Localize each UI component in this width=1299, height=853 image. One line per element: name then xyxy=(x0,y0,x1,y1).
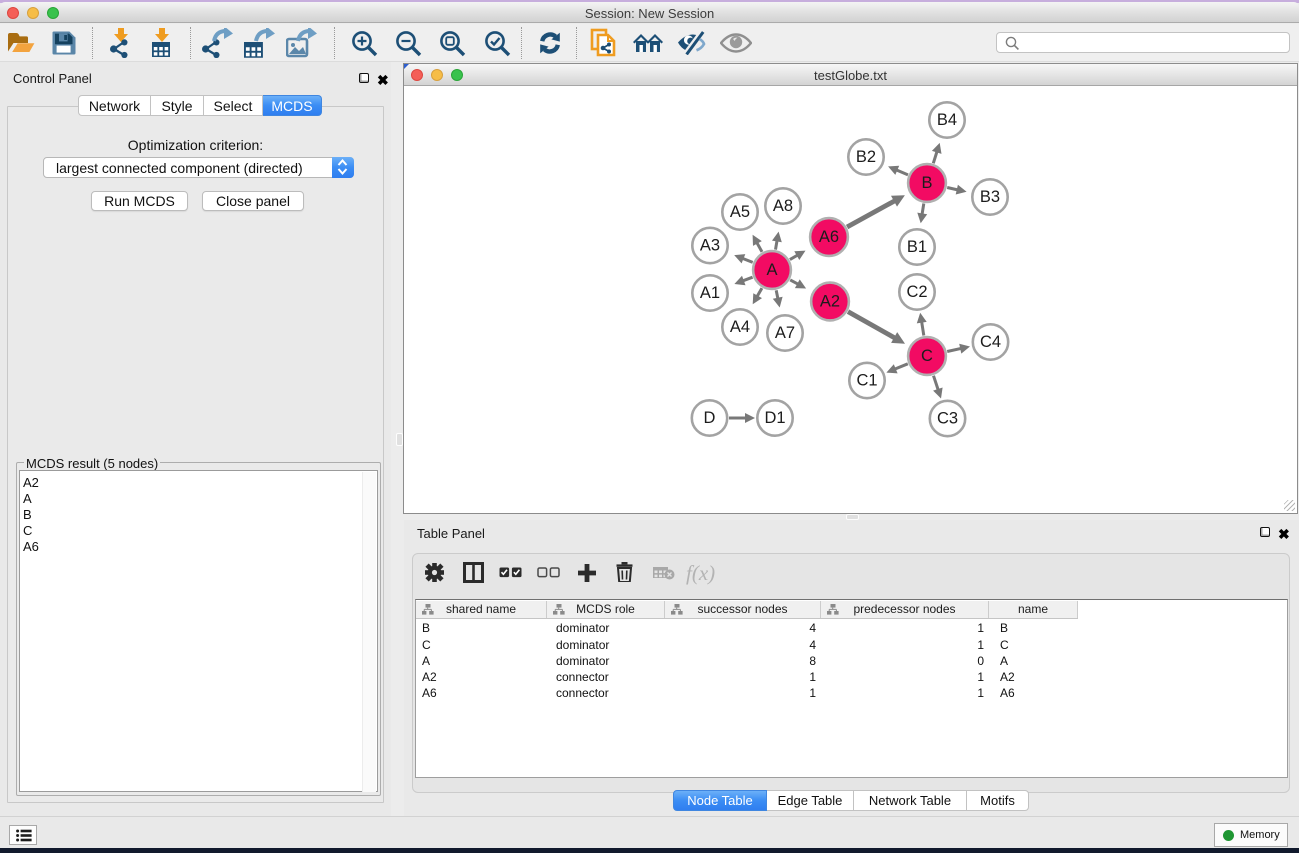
svg-text:A7: A7 xyxy=(775,324,795,342)
svg-text:A5: A5 xyxy=(730,203,750,221)
svg-text:A2: A2 xyxy=(820,293,840,311)
svg-text:B1: B1 xyxy=(907,238,927,256)
svg-text:B2: B2 xyxy=(856,148,876,166)
svg-text:A3: A3 xyxy=(700,237,720,255)
svg-text:C4: C4 xyxy=(980,333,1001,351)
svg-text:A4: A4 xyxy=(730,318,750,336)
svg-text:A1: A1 xyxy=(700,284,720,302)
svg-text:B: B xyxy=(921,174,932,192)
svg-text:B3: B3 xyxy=(980,188,1000,206)
svg-text:A: A xyxy=(766,261,777,279)
svg-text:C3: C3 xyxy=(937,410,958,428)
svg-text:B4: B4 xyxy=(937,111,957,129)
svg-text:D1: D1 xyxy=(764,409,785,427)
svg-text:A8: A8 xyxy=(773,197,793,215)
svg-text:D: D xyxy=(704,409,716,427)
svg-text:C: C xyxy=(921,347,933,365)
svg-text:A6: A6 xyxy=(819,228,839,246)
svg-text:C1: C1 xyxy=(856,372,877,390)
svg-text:C2: C2 xyxy=(906,283,927,301)
